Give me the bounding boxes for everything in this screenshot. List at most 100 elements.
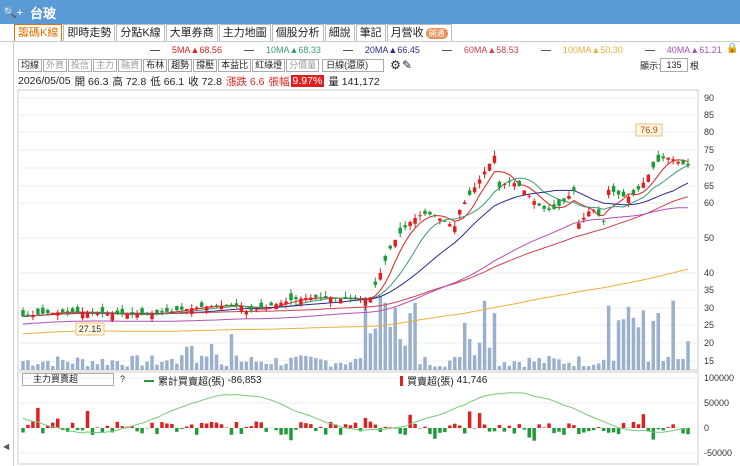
volume-bar: [289, 357, 293, 370]
ma-line: [22, 164, 689, 317]
candle-body: [621, 191, 626, 197]
candle-body: [175, 306, 179, 311]
net-buy-bar: [512, 428, 517, 434]
candle-body: [467, 190, 472, 195]
volume-bar: [199, 355, 204, 370]
volume-bar: [587, 366, 591, 370]
net-buy-bar: [582, 428, 586, 433]
net-buy-bar: [428, 428, 432, 435]
candle-body: [353, 297, 358, 300]
net-buy-bar: [279, 428, 283, 435]
candle-body: [269, 302, 273, 306]
candle-body: [244, 311, 249, 315]
candle-body: [60, 309, 65, 313]
volume-bar: [671, 300, 675, 370]
net-buy-bar: [214, 422, 219, 428]
help-icon[interactable]: ?: [120, 374, 125, 384]
net-buy-bar: [651, 428, 656, 440]
candle-body: [56, 312, 60, 316]
volume-bar: [482, 300, 487, 370]
net-buy-bar: [671, 424, 675, 428]
low-annotation: 27.15: [79, 324, 102, 334]
volume-bar: [249, 356, 254, 370]
candle-body: [209, 306, 214, 308]
volume-bar: [676, 359, 680, 370]
volume-bar: [234, 355, 239, 370]
volume-bar: [284, 363, 288, 370]
volume-bar: [100, 358, 105, 370]
net-buy-bar: [175, 428, 179, 432]
net-buy-bar: [194, 428, 199, 435]
indicator-select[interactable]: 主力買賣超: [22, 373, 114, 386]
net-buy-bar: [641, 414, 646, 428]
candle-body: [279, 302, 283, 306]
net-buy-bar: [199, 422, 204, 428]
net-buy-bar: [319, 426, 323, 428]
net-buy-bar: [572, 425, 576, 428]
price-chart[interactable]: 90 85 80 75 70 65 60 50 40 35 30 25 20 15 76.9 27.15 100…: [0, 0, 740, 466]
candle-body: [51, 312, 55, 315]
candle-body: [110, 314, 115, 321]
candle-body: [532, 200, 536, 205]
net-buy-bar: [75, 428, 80, 431]
volume-bar: [274, 358, 278, 370]
volume-bar: [522, 366, 526, 370]
net-buy-bar: [373, 424, 378, 428]
volume-bar: [120, 364, 124, 370]
net-buy-bar: [324, 428, 328, 435]
candle-body: [656, 154, 660, 162]
net-buy-bar: [532, 428, 536, 441]
net-buy-bar: [95, 427, 100, 428]
net-buy-bar: [105, 425, 110, 428]
candle-body: [90, 311, 95, 313]
net-buy-bar: [254, 421, 258, 428]
net-buy-bar: [244, 426, 249, 428]
candle-body: [552, 204, 556, 209]
candle-body: [641, 182, 646, 188]
net-buy-bar: [487, 428, 492, 432]
net-buy-bar: [606, 428, 611, 433]
candle-body: [507, 181, 512, 183]
candle-body: [393, 239, 397, 247]
volume-bar: [333, 363, 338, 370]
volume-bar: [299, 355, 303, 370]
volume-bar: [348, 362, 353, 370]
candle-body: [388, 245, 392, 249]
price-tick-label: 80: [704, 127, 714, 137]
volume-bar: [373, 328, 378, 370]
net-buy-bar: [150, 422, 154, 428]
volume-bar: [577, 356, 581, 370]
net-buy-bar: [403, 428, 407, 435]
candle-body: [547, 208, 551, 210]
candle-body: [194, 307, 199, 309]
volume-bar: [512, 361, 517, 370]
candle-body: [199, 302, 204, 307]
volume-bar: [438, 366, 442, 370]
candle-body: [31, 315, 35, 318]
volume-bar: [448, 360, 452, 370]
volume-bar: [636, 327, 641, 370]
candle-body: [289, 293, 293, 301]
candle-body: [229, 304, 234, 306]
volume-bar: [85, 366, 90, 370]
net-buy-bar: [209, 421, 214, 428]
candle-body: [477, 179, 482, 184]
volume-bar: [527, 357, 531, 370]
volume-bar: [244, 361, 249, 370]
volume-bar: [477, 342, 482, 370]
net-buy-bar: [309, 424, 313, 428]
volume-bar: [60, 359, 65, 370]
volume-bar: [170, 358, 174, 370]
price-tick-label: 75: [704, 145, 714, 155]
volume-bar: [105, 365, 110, 370]
candle-body: [512, 183, 517, 187]
indicator-tick-label: -50000: [704, 448, 732, 458]
candle-body: [646, 174, 651, 182]
net-buy-bar: [160, 422, 164, 428]
cumulative-legend: 累計買賣超(張) -86,853: [144, 373, 262, 388]
net-buy-bar: [453, 423, 457, 428]
candle-body: [333, 297, 338, 299]
candle-body: [100, 307, 105, 314]
candle-body: [85, 312, 90, 318]
candle-body: [458, 210, 462, 215]
